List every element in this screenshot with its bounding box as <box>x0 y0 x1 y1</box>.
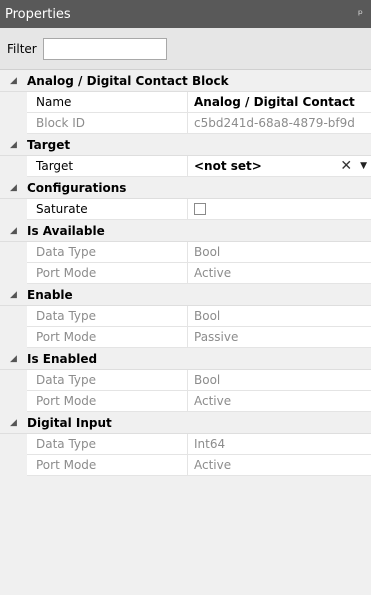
property-name: Target <box>27 156 188 176</box>
filter-bar: Filter <box>0 28 371 70</box>
expanded-triangle-icon[interactable]: ◢ <box>0 76 27 86</box>
property-name: Block ID <box>27 113 188 133</box>
filter-label: Filter <box>7 41 37 56</box>
property-row-data-type[interactable]: Data Type Bool <box>27 370 371 391</box>
category-is-enabled[interactable]: ◢ Is Enabled <box>0 348 371 370</box>
property-name: Data Type <box>27 370 188 390</box>
category-is-available[interactable]: ◢ Is Available <box>0 220 371 242</box>
property-value: Passive <box>194 330 239 344</box>
expanded-triangle-icon[interactable]: ◢ <box>0 354 27 364</box>
category-digital-input[interactable]: ◢ Digital Input <box>0 412 371 434</box>
target-controls: ✕ ▼ <box>340 158 367 174</box>
property-row-port-mode[interactable]: Port Mode Active <box>27 263 371 284</box>
property-row-saturate[interactable]: Saturate <box>27 199 371 220</box>
panel-titlebar: Properties ᵖ <box>0 0 371 28</box>
target-value: <not set> <box>194 159 262 173</box>
property-value <box>188 199 371 219</box>
property-name: Data Type <box>27 306 188 326</box>
property-row-target[interactable]: Target <not set> ✕ ▼ <box>27 156 371 177</box>
expanded-triangle-icon[interactable]: ◢ <box>0 418 27 428</box>
category-title: Configurations <box>27 180 127 195</box>
category-target[interactable]: ◢ Target <box>0 134 371 156</box>
category-title: Enable <box>27 287 73 302</box>
category-title: Digital Input <box>27 415 112 430</box>
property-value: Bool <box>194 309 221 323</box>
expanded-triangle-icon[interactable]: ◢ <box>0 290 27 300</box>
property-name: Data Type <box>27 242 188 262</box>
property-name: Port Mode <box>27 327 188 347</box>
property-grid: ◢ Analog / Digital Contact Block Name An… <box>0 70 371 476</box>
filter-input[interactable] <box>42 37 167 60</box>
property-value: Bool <box>194 245 221 259</box>
property-row-blockid[interactable]: Block ID c5bd241d-68a8-4879-bf9d <box>27 113 371 134</box>
property-value: Active <box>194 458 232 472</box>
panel-title: Properties <box>5 6 71 22</box>
category-title: Is Available <box>27 223 105 238</box>
pin-icon[interactable]: ᵖ <box>358 7 363 21</box>
property-name: Data Type <box>27 434 188 454</box>
property-row-data-type[interactable]: Data Type Int64 <box>27 434 371 455</box>
property-value: Bool <box>194 373 221 387</box>
category-title: Analog / Digital Contact Block <box>27 73 229 88</box>
property-value: Active <box>194 394 232 408</box>
properties-panel: Properties ᵖ Filter ◢ Analog / Digital C… <box>0 0 371 595</box>
property-row-name[interactable]: Name Analog / Digital Contact <box>27 92 371 113</box>
property-value: Active <box>194 266 232 280</box>
property-row-data-type[interactable]: Data Type Bool <box>27 242 371 263</box>
property-value[interactable]: Analog / Digital Contact <box>188 92 371 112</box>
property-value: c5bd241d-68a8-4879-bf9d <box>194 116 355 130</box>
expanded-triangle-icon[interactable]: ◢ <box>0 226 27 236</box>
property-name: Port Mode <box>27 455 188 475</box>
property-name: Port Mode <box>27 391 188 411</box>
property-name: Saturate <box>27 199 188 219</box>
category-block[interactable]: ◢ Analog / Digital Contact Block <box>0 70 371 92</box>
saturate-checkbox[interactable] <box>194 203 206 215</box>
category-enable[interactable]: ◢ Enable <box>0 284 371 306</box>
property-value: Int64 <box>194 437 226 451</box>
property-name: Name <box>27 92 188 112</box>
category-configurations[interactable]: ◢ Configurations <box>0 177 371 199</box>
property-row-port-mode[interactable]: Port Mode Passive <box>27 327 371 348</box>
property-row-data-type[interactable]: Data Type Bool <box>27 306 371 327</box>
category-title: Target <box>27 137 71 152</box>
target-selector[interactable]: <not set> ✕ ▼ <box>188 156 371 176</box>
property-row-port-mode[interactable]: Port Mode Active <box>27 455 371 476</box>
dropdown-arrow-icon[interactable]: ▼ <box>360 161 367 171</box>
clear-x-icon[interactable]: ✕ <box>340 158 352 174</box>
property-row-port-mode[interactable]: Port Mode Active <box>27 391 371 412</box>
expanded-triangle-icon[interactable]: ◢ <box>0 183 27 193</box>
property-name: Port Mode <box>27 263 188 283</box>
expanded-triangle-icon[interactable]: ◢ <box>0 140 27 150</box>
category-title: Is Enabled <box>27 351 98 366</box>
